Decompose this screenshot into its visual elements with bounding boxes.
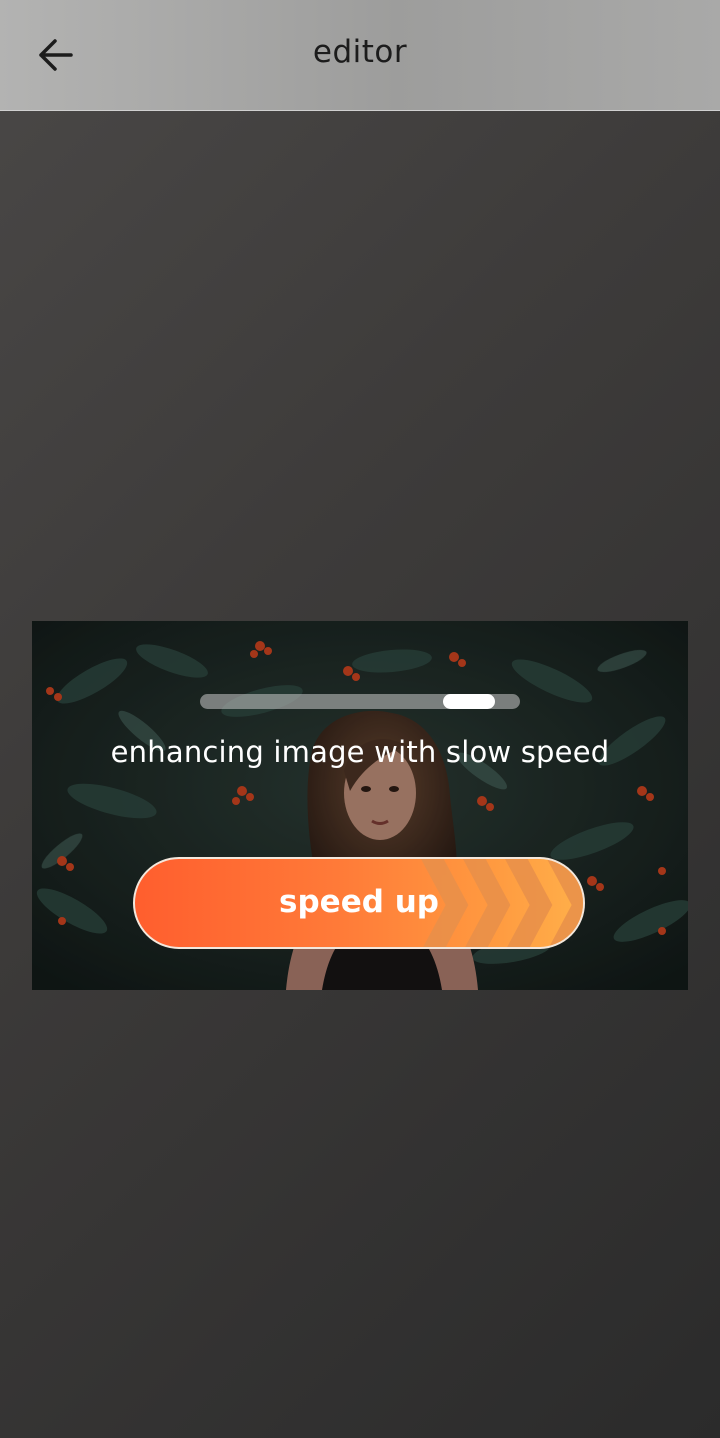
progress-indicator [442, 694, 495, 709]
progress-bar [200, 694, 520, 709]
speed-up-button[interactable]: speed up [133, 857, 585, 949]
page-title: editor [312, 34, 408, 70]
processing-status-text: enhancing image with slow speed [110, 735, 610, 769]
image-preview: enhancing image with slow speed speed up [32, 621, 688, 990]
top-app-bar: editor [0, 0, 720, 111]
speed-up-label: speed up [279, 884, 439, 920]
